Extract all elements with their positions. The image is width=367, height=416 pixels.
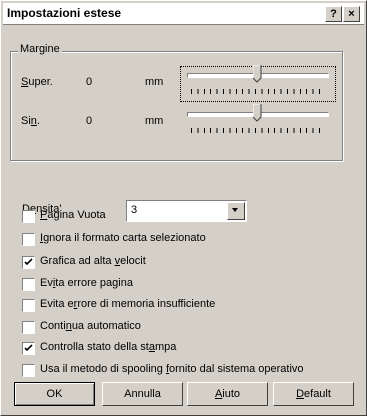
density-select[interactable]: 3 — [126, 200, 247, 222]
close-icon[interactable]: × — [343, 6, 360, 22]
option-label: Evita errore pagina — [40, 277, 133, 289]
density-select-value: 3 — [131, 204, 138, 216]
option-checkbox[interactable] — [22, 278, 35, 291]
option-label: Controlla stato della stampa — [40, 341, 177, 353]
left-margin-slider-ticks — [191, 128, 322, 133]
margin-group-label: Margine — [18, 43, 62, 55]
help-button[interactable]: Aiuto — [187, 382, 268, 406]
default-button[interactable]: Default — [273, 382, 354, 406]
option-checkbox[interactable] — [22, 342, 35, 355]
title-bar: Impostazioni estese ? × — [3, 3, 364, 25]
dialog-title: Impostazioni estese — [7, 6, 122, 20]
option-checkbox[interactable] — [22, 233, 35, 246]
checkmark-icon — [24, 344, 33, 352]
option-checkbox[interactable] — [22, 210, 35, 223]
left-margin-label: Sin. — [21, 115, 40, 127]
option-checkbox[interactable] — [22, 299, 35, 312]
top-margin-label: Super. — [21, 76, 53, 88]
option-checkbox[interactable] — [22, 364, 35, 377]
top-margin-slider-thumb[interactable] — [252, 65, 262, 83]
top-margin-slider-ticks — [191, 89, 322, 94]
cancel-button[interactable]: Annulla — [102, 382, 183, 406]
option-label: Ignora il formato carta selezionato — [40, 232, 206, 244]
option-checkbox[interactable] — [22, 256, 35, 269]
dialog-window: Impostazioni estese ? × Margine Super. 0… — [0, 0, 367, 416]
top-margin-unit: mm — [145, 76, 164, 88]
option-label: Continua automatico — [40, 320, 141, 332]
top-margin-value: 0 — [86, 76, 93, 88]
option-checkbox[interactable] — [22, 321, 35, 334]
option-label: Usa il metodo di spooling fornito dal si… — [40, 363, 304, 375]
option-label: Evita errore di memoria insufficiente — [40, 298, 216, 310]
checkmark-icon — [24, 258, 33, 266]
option-label: Pagina Vuota — [40, 209, 106, 221]
left-margin-value: 0 — [86, 115, 93, 127]
left-margin-slider-thumb[interactable] — [252, 104, 262, 122]
ok-button[interactable]: OK — [14, 382, 95, 406]
help-icon[interactable]: ? — [325, 6, 342, 22]
option-label: Grafica ad alta velocit — [40, 255, 146, 267]
chevron-down-icon[interactable] — [227, 202, 245, 220]
left-margin-unit: mm — [145, 115, 164, 127]
